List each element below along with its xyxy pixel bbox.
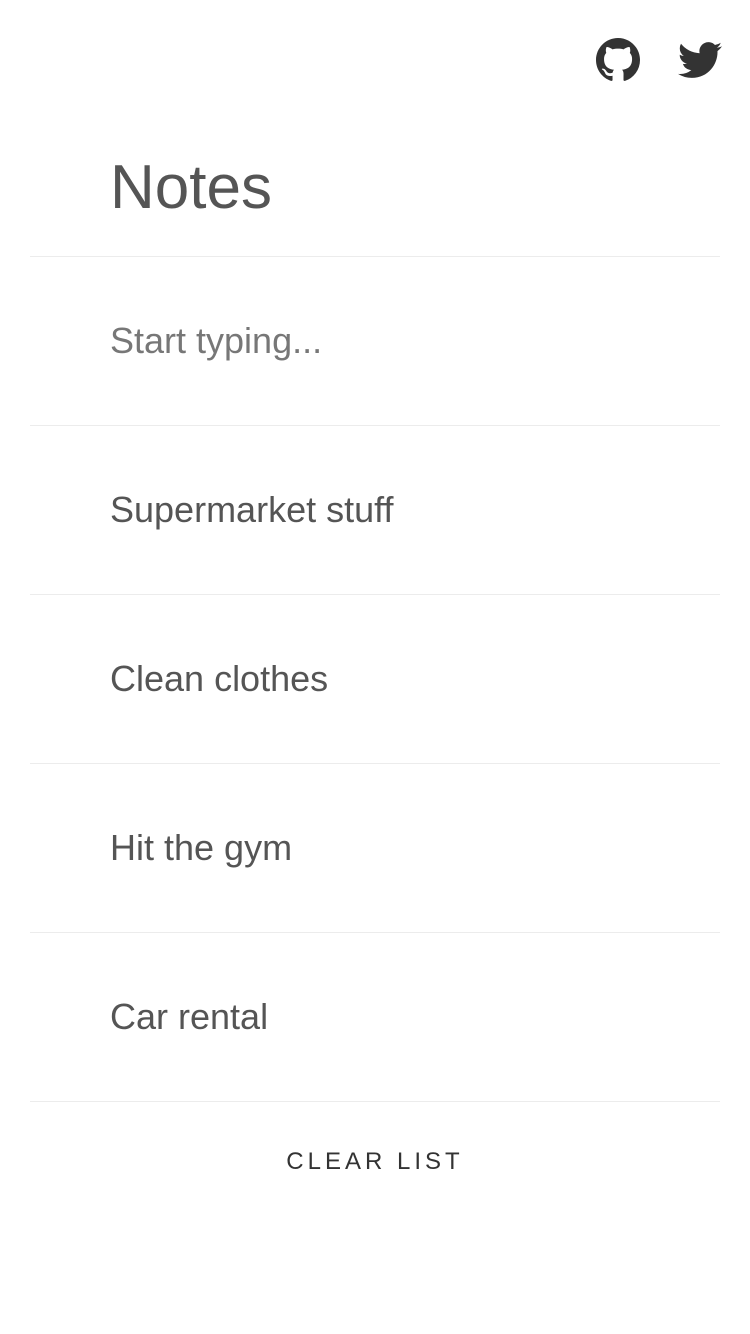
github-link[interactable] (596, 38, 640, 82)
note-text: Supermarket stuff (110, 489, 394, 530)
note-text: Car rental (110, 996, 269, 1037)
page-title: Notes (110, 153, 272, 222)
social-links (596, 38, 722, 82)
twitter-link[interactable] (678, 38, 722, 82)
github-icon (596, 38, 640, 81)
twitter-icon (678, 42, 722, 78)
notes-list: Supermarket stuff Clean clothes Hit the … (30, 256, 720, 1102)
new-note-input[interactable] (110, 320, 670, 362)
list-item[interactable]: Hit the gym (30, 763, 720, 932)
clear-list-button[interactable]: CLEAR LIST (0, 1148, 750, 1176)
list-item[interactable]: Clean clothes (30, 594, 720, 763)
list-item[interactable]: Supermarket stuff (30, 425, 720, 594)
new-note-row (30, 256, 720, 425)
list-item[interactable]: Car rental (30, 932, 720, 1102)
note-text: Clean clothes (110, 658, 329, 699)
note-text: Hit the gym (110, 827, 293, 868)
